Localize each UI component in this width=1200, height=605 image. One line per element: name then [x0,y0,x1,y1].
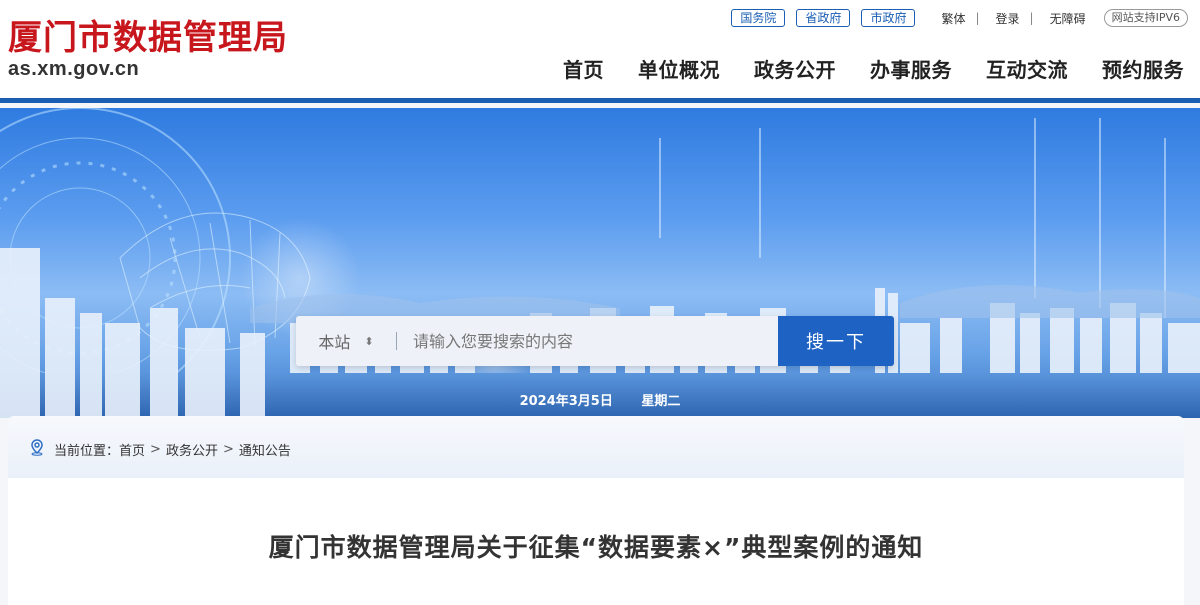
site-logo-title[interactable]: 厦门市数据管理局 [8,10,288,59]
login-link[interactable]: 登录 [996,10,1020,27]
search-scope-select[interactable]: 本站 ⬍ [296,316,396,366]
banner-illustration [0,108,1200,418]
current-weekday: 星期二 [641,394,681,409]
main-nav: 首页 单位概况 政务公开 办事服务 互动交流 预约服务 [529,54,1184,83]
breadcrumb-label: 当前位置： [54,443,120,459]
date-display: 2024年3月5日 星期二 [0,390,1200,409]
accessibility-link[interactable]: 无障碍 [1050,10,1086,27]
article-panel: 厦门市数据管理局关于征集“数据要素×”典型案例的通知 [8,478,1184,605]
hero-banner: 本站 ⬍ 搜一下 2024年3月5日 星期二 [0,108,1200,418]
nav-home[interactable]: 首页 [563,54,604,83]
article-title: 厦门市数据管理局关于征集“数据要素×”典型案例的通知 [268,533,924,562]
current-date: 2024年3月5日 [519,394,613,409]
link-city-gov[interactable]: 市政府 [861,9,916,27]
breadcrumb-home[interactable]: 首页 [119,440,145,459]
ipv6-badge: 网站支持IPV6 [1103,9,1188,27]
breadcrumb-notices[interactable]: 通知公告 [239,440,291,459]
link-state-council[interactable]: 国务院 [731,9,786,27]
breadcrumb-gov-affairs[interactable]: 政务公开 [166,440,218,459]
updown-arrow-icon: ⬍ [364,334,374,348]
search-bar: 本站 ⬍ 搜一下 [296,316,894,366]
search-input[interactable] [397,316,778,366]
nav-about[interactable]: 单位概况 [638,54,720,83]
location-pin-icon [28,438,46,460]
site-logo-url[interactable]: as.xm.gov.cn [8,58,139,81]
top-links: 国务院 省政府 市政府 繁体 | 登录 | 无障碍 网站支持IPV6 [720,8,1188,28]
breadcrumb-panel: 当前位置： 首页 > 政务公开 > 通知公告 [8,416,1184,478]
separator: | [975,11,980,25]
nav-appointment[interactable]: 预约服务 [1102,54,1184,83]
site-header: 厦门市数据管理局 as.xm.gov.cn 国务院 省政府 市政府 繁体 | 登… [0,0,1200,103]
breadcrumb-separator: > [222,441,234,457]
separator: | [1029,11,1034,25]
breadcrumb: 当前位置： 首页 > 政务公开 > 通知公告 [28,438,291,460]
nav-interaction[interactable]: 互动交流 [986,54,1068,83]
nav-services[interactable]: 办事服务 [870,54,952,83]
search-button[interactable]: 搜一下 [778,316,894,366]
link-provincial-gov[interactable]: 省政府 [796,9,851,27]
breadcrumb-separator: > [150,441,161,457]
nav-gov-affairs[interactable]: 政务公开 [754,54,836,83]
search-scope-label: 本站 [318,333,351,352]
traditional-chinese-link[interactable]: 繁体 [941,10,965,27]
